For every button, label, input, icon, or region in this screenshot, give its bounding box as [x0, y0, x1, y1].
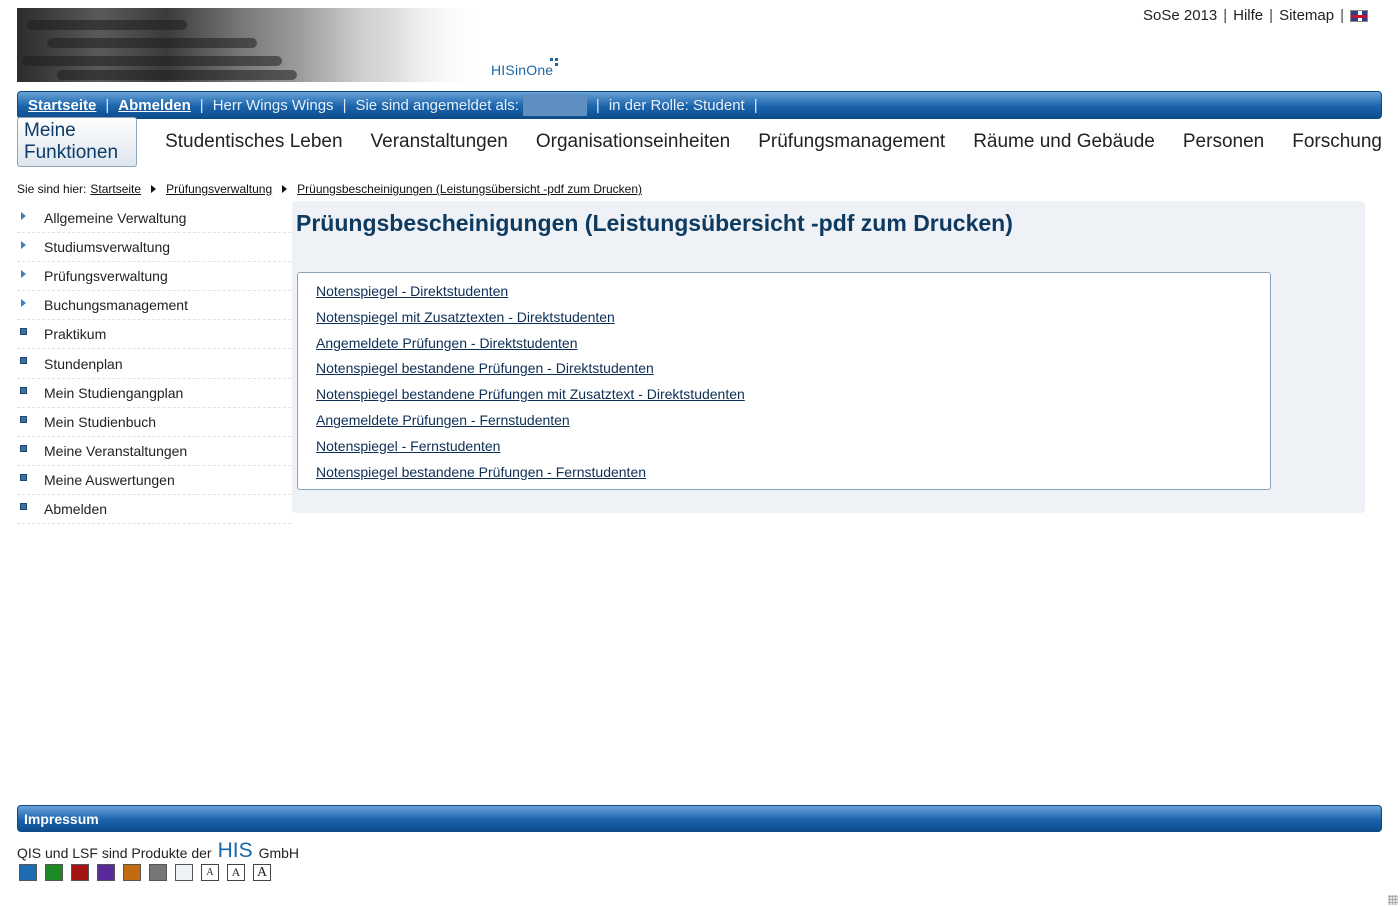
- nav-raeume-und-gebaeude[interactable]: Räume und Gebäude: [973, 131, 1155, 153]
- link-bestanden-direkt[interactable]: Notenspiegel bestandene Prüfungen - Dire…: [316, 359, 1270, 385]
- sidebar-item-studiumsverwaltung[interactable]: Studiumsverwaltung: [17, 233, 291, 263]
- arrow-icon: [21, 241, 26, 250]
- sidebar-item-label: Praktikum: [44, 326, 107, 343]
- nav-meine-funktionen[interactable]: Meine Funktionen: [17, 117, 138, 167]
- logo-text: HISinOne: [491, 62, 554, 78]
- hisinone-logo[interactable]: HISinOne: [491, 58, 558, 78]
- theme-switcher: A A A: [19, 864, 271, 881]
- sidebar-item-buchungsmanagement[interactable]: Buchungsmanagement: [17, 291, 291, 321]
- nav-organisationseinheiten[interactable]: Organisationseinheiten: [536, 131, 730, 153]
- breadcrumb-startseite[interactable]: Startseite: [90, 182, 141, 196]
- header-photo: [17, 8, 483, 82]
- footer-text-before: QIS und LSF sind Produkte der: [17, 845, 212, 861]
- his-logo[interactable]: HIS: [218, 840, 253, 861]
- color-swatch-purple[interactable]: [97, 864, 115, 881]
- link-notenspiegel-zusatz-direkt[interactable]: Notenspiegel mit Zusatztexten - Direktst…: [316, 308, 1270, 334]
- square-bullet-icon: [20, 357, 27, 365]
- sidebar-item-label: Mein Studiengangplan: [44, 384, 184, 401]
- link-angemeldet-fern[interactable]: Angemeldete Prüfungen - Fernstudenten: [316, 411, 1270, 437]
- color-swatch-blue[interactable]: [19, 864, 37, 881]
- font-size-small-button[interactable]: A: [201, 864, 219, 881]
- sidebar-item-label: Mein Studienbuch: [44, 413, 157, 430]
- resize-grip-icon: [1388, 895, 1398, 905]
- sidebar-item-stundenplan[interactable]: Stundenplan: [17, 349, 291, 379]
- square-bullet-icon: [20, 386, 27, 394]
- link-angemeldet-direkt[interactable]: Angemeldete Prüfungen - Direktstudenten: [316, 334, 1270, 360]
- link-bestanden-fern[interactable]: Notenspiegel bestandene Prüfungen - Fern…: [316, 463, 1270, 489]
- color-swatch-orange[interactable]: [123, 864, 141, 881]
- link-bestanden-zusatz-direkt[interactable]: Notenspiegel bestandene Prüfungen mit Zu…: [316, 385, 1270, 411]
- square-bullet-icon: [20, 444, 27, 452]
- sidebar-item-label: Abmelden: [44, 500, 108, 517]
- uk-flag-icon[interactable]: [1350, 9, 1368, 22]
- user-bar: Startseite | Abmelden | Herr Wings Wings…: [17, 91, 1382, 119]
- sidebar-item-label: Buchungsmanagement: [44, 297, 188, 314]
- main-nav: Meine Funktionen Studentisches Leben Ver…: [17, 117, 1382, 167]
- square-bullet-icon: [20, 473, 27, 481]
- sidebar-item-studienbuch[interactable]: Mein Studienbuch: [17, 408, 291, 437]
- nav-pruefungsmanagement[interactable]: Prüfungsmanagement: [758, 131, 945, 153]
- breadcrumb-prefix: Sie sind hier:: [17, 182, 87, 196]
- font-size-medium-button[interactable]: A: [227, 864, 245, 881]
- arrow-icon: [21, 270, 26, 279]
- sidebar-item-abmelden[interactable]: Abmelden: [17, 495, 291, 525]
- top-links: SoSe 2013 | Hilfe | Sitemap |: [1143, 7, 1368, 24]
- sidebar-item-auswertungen[interactable]: Meine Auswertungen: [17, 466, 291, 495]
- sitemap-link[interactable]: Sitemap: [1279, 7, 1334, 24]
- link-notenspiegel-fern[interactable]: Notenspiegel - Fernstudenten: [316, 437, 1270, 463]
- sidebar-item-label: Meine Veranstaltungen: [44, 442, 188, 459]
- footer-text-after: GmbH: [258, 845, 300, 861]
- sidebar-item-studiengangplan[interactable]: Mein Studiengangplan: [17, 379, 291, 408]
- sidebar-item-label: Allgemeine Verwaltung: [44, 210, 187, 227]
- help-link[interactable]: Hilfe: [1233, 7, 1263, 24]
- sidebar-item-allgemeine-verwaltung[interactable]: Allgemeine Verwaltung: [17, 204, 291, 234]
- sidebar-item-label: Prüfungsverwaltung: [44, 268, 168, 285]
- color-swatch-green[interactable]: [45, 864, 63, 881]
- report-links-box: Notenspiegel - Direktstudenten Notenspie…: [297, 272, 1271, 490]
- logo-dots-icon: [550, 58, 560, 68]
- sidebar-item-praktikum[interactable]: Praktikum: [17, 320, 291, 350]
- footer-credit: QIS und LSF sind Produkte der HIS GmbH: [17, 840, 299, 861]
- footer-bar: Impressum: [17, 805, 1382, 832]
- logout-link[interactable]: Abmelden: [118, 97, 191, 114]
- page-title: Prüungsbescheinigungen (Leistungsübersic…: [296, 210, 1013, 236]
- masked-username: [522, 94, 587, 116]
- arrow-icon: [21, 212, 26, 220]
- color-swatch-gray[interactable]: [149, 864, 167, 881]
- nav-forschung[interactable]: Forschung: [1292, 131, 1382, 153]
- breadcrumb: Sie sind hier: Startseite Prüfungsverwal…: [17, 182, 642, 196]
- home-link[interactable]: Startseite: [28, 97, 96, 114]
- role-label: in der Rolle: Student: [608, 96, 745, 114]
- font-size-large-button[interactable]: A: [253, 864, 271, 881]
- sidebar-item-label: Stundenplan: [44, 355, 123, 372]
- logged-in-label: Sie sind angemeldet als:: [355, 96, 519, 114]
- impressum-link[interactable]: Impressum: [24, 811, 99, 827]
- link-notenspiegel-direkt[interactable]: Notenspiegel - Direktstudenten: [316, 282, 1270, 308]
- nav-veranstaltungen[interactable]: Veranstaltungen: [371, 131, 508, 153]
- nav-studentisches-leben[interactable]: Studentisches Leben: [165, 131, 342, 153]
- sidebar-item-pruefungsverwaltung[interactable]: Prüfungsverwaltung: [17, 262, 291, 292]
- color-swatch-contrast[interactable]: [175, 864, 193, 881]
- square-bullet-icon: [20, 328, 27, 336]
- breadcrumb-arrow-icon: [282, 185, 288, 193]
- semester-link[interactable]: SoSe 2013: [1143, 7, 1217, 24]
- square-bullet-icon: [20, 415, 27, 423]
- color-swatch-red[interactable]: [71, 864, 89, 881]
- sidebar: Allgemeine Verwaltung Studiumsverwaltung…: [17, 204, 291, 525]
- sidebar-item-label: Meine Auswertungen: [44, 471, 175, 488]
- breadcrumb-current[interactable]: Prüungsbescheinigungen (Leistungsübersic…: [297, 182, 642, 196]
- square-bullet-icon: [20, 502, 27, 510]
- breadcrumb-pruefungsverwaltung[interactable]: Prüfungsverwaltung: [166, 182, 272, 196]
- sidebar-item-veranstaltungen[interactable]: Meine Veranstaltungen: [17, 437, 291, 466]
- sidebar-item-label: Studiumsverwaltung: [44, 239, 171, 256]
- user-name: Herr Wings Wings: [212, 96, 334, 114]
- arrow-icon: [21, 299, 26, 308]
- nav-personen[interactable]: Personen: [1183, 131, 1264, 153]
- breadcrumb-arrow-icon: [151, 185, 157, 193]
